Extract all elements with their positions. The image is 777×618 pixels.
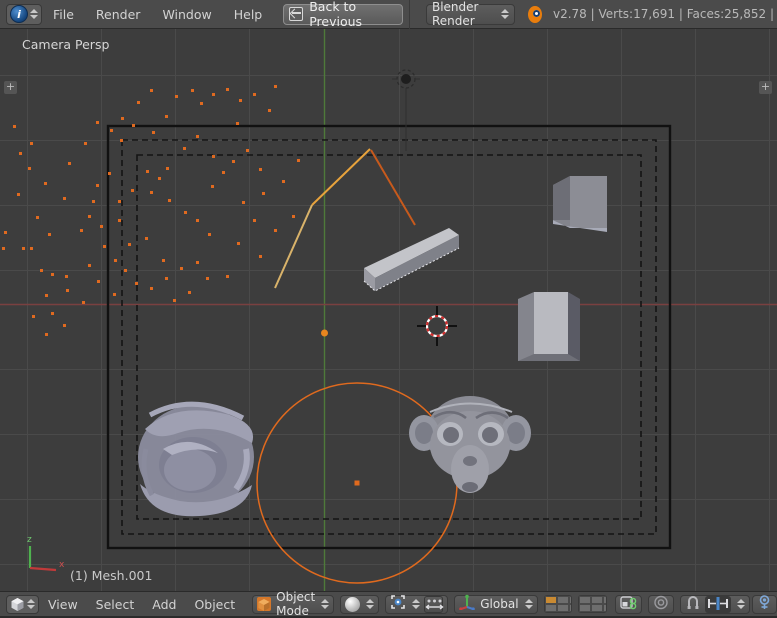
object-mode-icon [257,597,272,611]
menu-file[interactable]: File [42,0,85,29]
render-preview-button[interactable] [752,594,777,614]
object-origin-dot [321,329,328,337]
menu-view[interactable]: View [39,597,87,612]
3d-viewport[interactable]: z x + + Camera Persp (1) Mesh.001 [0,29,777,591]
chevron-updown-icon [27,599,35,609]
cube-upper-right [553,176,607,232]
chevron-updown-icon [412,599,421,609]
render-preview-icon [757,594,772,614]
axis-orientation-icon [459,594,476,614]
blender-window: i File Render Window Help Back to Previo… [0,0,777,618]
layer-button[interactable] [591,596,604,604]
proportional-edit-icon [653,595,669,614]
editor-type-selector-3dview[interactable] [6,594,39,614]
back-arrow-icon [289,7,304,21]
layer-button[interactable] [556,596,569,604]
scene-layers-group-2[interactable] [578,595,607,613]
interaction-mode-label: Object Mode [276,590,316,618]
suzanne-monkey-head [409,396,531,493]
menu-select[interactable]: Select [87,597,144,612]
snap-element-icon[interactable] [705,595,731,613]
viewport-canvas: z x [0,29,777,591]
orange-line-right [370,149,416,226]
chevron-updown-icon [737,599,745,609]
info-editor-icon: i [10,5,28,23]
pivot-median-point-icon [390,594,406,614]
layer-button[interactable] [544,604,557,612]
layer-button[interactable] [556,604,569,612]
chevron-updown-icon [524,599,533,609]
transform-orientation-dropdown[interactable]: Global [454,594,538,614]
cube-lower-right [518,292,580,361]
viewport-grid [0,29,777,591]
scene-layers-group-1[interactable] [543,595,573,613]
layer-button[interactable] [544,596,557,604]
scene-statistics: v2.78 | Verts:17,691 | Faces:25,852 | Tr… [552,7,777,21]
render-engine-dropdown[interactable]: Blender Render [425,0,516,28]
menu-object[interactable]: Object [185,597,244,612]
lock-scene-button[interactable] [615,594,642,614]
viewport-shading-dropdown[interactable] [340,594,380,614]
selected-circle-origin [354,480,360,486]
menu-window[interactable]: Window [151,0,222,29]
chevron-updown-icon [30,9,38,19]
shading-solid-icon [345,596,361,612]
pivot-point-dropdown[interactable] [385,594,449,614]
diagonal-plank-object [363,228,460,292]
particle-scatter [2,85,300,336]
view-orientation-label: Camera Persp [22,37,110,52]
layer-button[interactable] [591,604,604,612]
3d-view-editor-icon [10,597,25,612]
interaction-mode-dropdown[interactable]: Object Mode [252,590,335,618]
chevron-updown-icon [366,599,375,609]
layer-button[interactable] [579,596,592,604]
editor-type-selector[interactable]: i [6,3,42,25]
layer-button[interactable] [579,604,592,612]
chevron-updown-icon [501,9,510,19]
render-engine-label: Blender Render [431,0,479,28]
3d-cursor-icon [417,306,457,346]
layer-button[interactable] [603,596,607,604]
active-object-info: (1) Mesh.001 [70,568,153,583]
info-editor-header: i File Render Window Help Back to Previo… [0,0,777,29]
gizmo-x-label: x [59,560,65,570]
snap-toggle-button[interactable] [680,594,750,614]
snap-magnet-icon [685,595,701,614]
properties-expand-right[interactable]: + [759,81,772,94]
blender-logo-icon [528,5,542,23]
menu-add[interactable]: Add [143,597,185,612]
chevron-updown-icon [321,599,330,609]
layer-button[interactable] [568,596,572,604]
layer-button[interactable] [603,604,607,612]
lamp-object [392,69,420,151]
orange-line-left-upper [311,148,371,206]
swirl-mesh-object [138,401,254,517]
gizmo-z-label: z [27,535,32,545]
menu-help[interactable]: Help [223,0,274,29]
back-to-previous-label: Back to Previous [309,0,363,29]
menu-render[interactable]: Render [85,0,152,29]
toolshelf-expand-left[interactable]: + [4,81,17,94]
proportional-edit-button[interactable] [648,594,674,614]
transform-orientation-label: Global [480,597,519,611]
lock-scene-icon [620,595,637,614]
layer-button[interactable] [568,604,572,612]
back-to-previous-button[interactable]: Back to Previous [283,0,404,29]
divider [409,0,410,29]
transform-manipulator-icon[interactable] [424,595,444,613]
3d-view-header: View Select Add Object Object Mode Globa… [0,590,777,618]
